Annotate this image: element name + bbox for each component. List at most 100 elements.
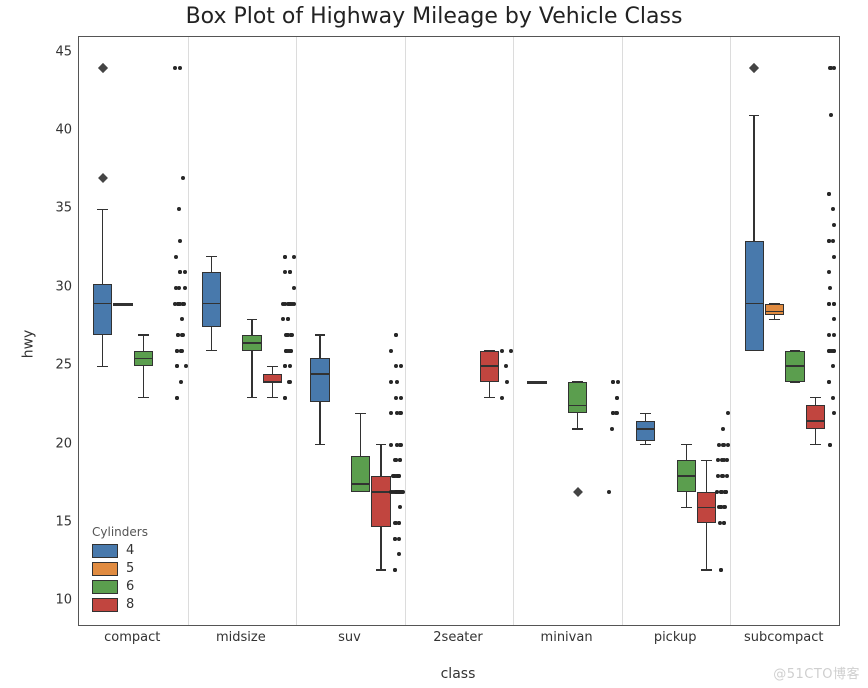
box-cap — [138, 334, 149, 335]
y-tick: 35 — [40, 201, 72, 216]
box-median — [371, 491, 390, 493]
strip-dot — [179, 380, 183, 384]
strip-dot — [832, 66, 836, 70]
strip-dot — [183, 270, 187, 274]
x-tick: compact — [104, 630, 160, 645]
strip-dot — [397, 521, 401, 525]
strip-dot — [718, 521, 722, 525]
strip-dot — [394, 333, 398, 337]
strip-dot — [178, 270, 182, 274]
strip-dot — [828, 443, 832, 447]
strip-dot — [292, 302, 296, 306]
legend-title: Cylinders — [92, 525, 148, 539]
y-axis-label: hwy — [20, 330, 36, 359]
strip-dot — [828, 66, 832, 70]
x-axis-label: class — [78, 666, 838, 682]
x-tick: midsize — [216, 630, 266, 645]
plot-area — [78, 36, 840, 626]
legend-swatch — [92, 580, 118, 594]
gridline — [405, 37, 406, 625]
strip-dot — [725, 474, 729, 478]
strip-dot — [394, 458, 398, 462]
chart-title: Box Plot of Highway Mileage by Vehicle C… — [0, 4, 868, 29]
watermark: @51CTO博客 — [773, 663, 860, 682]
gridline — [296, 37, 297, 625]
strip-dot — [292, 286, 296, 290]
x-tick: 2seater — [433, 630, 482, 645]
strip-dot — [724, 490, 728, 494]
strip-dot — [832, 333, 836, 337]
box-median — [242, 342, 261, 344]
box-cap — [315, 334, 326, 335]
strip-dot — [281, 317, 285, 321]
strip-dot — [720, 490, 724, 494]
strip-dot — [832, 255, 836, 259]
box — [93, 284, 112, 335]
strip-dot — [174, 255, 178, 259]
strip-dot — [283, 270, 287, 274]
strip-dot — [722, 505, 726, 509]
box-cap — [681, 507, 692, 508]
strip-dot — [827, 302, 831, 306]
box-whisker — [143, 335, 144, 398]
strip-dot — [182, 302, 186, 306]
box-median — [263, 381, 282, 383]
legend-label: 5 — [126, 561, 134, 576]
strip-dot — [394, 474, 398, 478]
box-median — [113, 303, 132, 305]
strip-dot — [611, 411, 615, 415]
x-tick: minivan — [541, 630, 593, 645]
strip-dot — [389, 411, 393, 415]
strip-dot — [395, 443, 399, 447]
strip-dot — [180, 317, 184, 321]
box — [371, 476, 390, 527]
box — [806, 405, 825, 429]
y-tick: 10 — [40, 593, 72, 608]
strip-dot — [397, 552, 401, 556]
box-cap — [138, 397, 149, 398]
strip-dot — [389, 349, 393, 353]
strip-dot — [614, 411, 618, 415]
strip-dot — [393, 521, 397, 525]
box-median — [745, 303, 764, 305]
strip-dot — [290, 333, 294, 337]
strip-dot — [175, 396, 179, 400]
box-outlier — [98, 173, 108, 183]
strip-dot — [283, 396, 287, 400]
strip-dot — [178, 302, 182, 306]
strip-dot — [610, 427, 614, 431]
box-cap — [247, 319, 258, 320]
strip-dot — [725, 458, 729, 462]
legend-label: 6 — [126, 579, 134, 594]
strip-dot — [832, 349, 836, 353]
strip-dot — [504, 364, 508, 368]
box-outlier — [573, 487, 583, 497]
strip-dot — [509, 349, 513, 353]
box-median — [785, 365, 804, 367]
strip-dot — [175, 364, 179, 368]
box-median — [480, 365, 499, 367]
box-median — [697, 507, 716, 509]
strip-dot — [827, 239, 831, 243]
x-tick: subcompact — [744, 630, 824, 645]
strip-dot — [726, 443, 730, 447]
strip-dot — [181, 333, 185, 337]
gridline — [188, 37, 189, 625]
box — [202, 272, 221, 327]
strip-dot — [827, 380, 831, 384]
strip-dot — [397, 537, 401, 541]
box-median — [765, 311, 784, 313]
legend-swatch — [92, 562, 118, 576]
strip-dot — [398, 443, 402, 447]
box — [745, 241, 764, 351]
strip-dot — [287, 380, 291, 384]
strip-dot — [283, 302, 287, 306]
legend-label: 8 — [126, 597, 134, 612]
strip-dot — [500, 396, 504, 400]
legend-label: 4 — [126, 543, 134, 558]
strip-dot — [716, 474, 720, 478]
box-median — [351, 483, 370, 485]
legend-item: 4 — [92, 543, 148, 558]
strip-dot — [827, 192, 831, 196]
box-cap — [769, 319, 780, 320]
